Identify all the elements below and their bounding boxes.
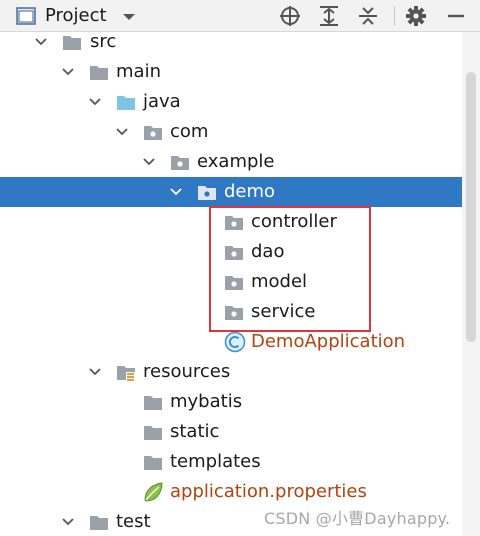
folder-icon	[90, 516, 108, 530]
tree-row-com[interactable]: com	[0, 117, 462, 147]
project-tool-window-header: Project	[0, 0, 480, 32]
tree-item-label: test	[116, 511, 151, 532]
tree-row-java[interactable]: java	[0, 87, 462, 117]
java-class-icon	[224, 331, 246, 353]
gear-icon[interactable]	[405, 5, 427, 27]
tree-row-example[interactable]: example	[0, 147, 462, 177]
folder-icon	[90, 66, 108, 80]
tree-item-label: templates	[170, 451, 261, 472]
tree-row-demo[interactable]: demo	[0, 177, 462, 207]
folder-icon	[144, 396, 162, 410]
chevron-down-icon[interactable]	[88, 365, 102, 379]
package-icon	[198, 186, 216, 200]
annotation-highlight-box	[209, 206, 371, 332]
scrollbar-thumb[interactable]	[466, 72, 476, 342]
tree-item-label: application.properties	[170, 481, 367, 502]
project-view-title[interactable]: Project	[45, 5, 107, 26]
tree-item-label: main	[116, 61, 161, 82]
toolbar-separator	[394, 6, 395, 26]
project-window-icon	[16, 7, 36, 25]
tree-item-label: mybatis	[170, 391, 243, 412]
resources-folder-icon	[117, 366, 135, 381]
folder-icon	[63, 36, 81, 50]
tree-row-static[interactable]: static	[0, 417, 462, 447]
chevron-down-icon[interactable]	[122, 12, 136, 22]
tree-item-label: example	[197, 151, 275, 172]
chevron-down-icon[interactable]	[169, 185, 183, 199]
package-icon	[144, 126, 162, 140]
tree-row-main[interactable]: main	[0, 57, 462, 87]
chevron-down-icon[interactable]	[115, 125, 129, 139]
watermark-text: CSDN @小曹Dayhappy.	[264, 509, 451, 528]
chevron-down-icon[interactable]	[61, 515, 75, 529]
collapse-all-icon[interactable]	[357, 5, 379, 27]
tree-item-label: com	[170, 121, 209, 142]
chevron-down-icon[interactable]	[142, 155, 156, 169]
tree-item-label: demo	[224, 181, 276, 202]
tree-row-templates[interactable]: templates	[0, 447, 462, 477]
expand-all-icon[interactable]	[318, 5, 340, 27]
source-folder-icon	[117, 96, 135, 110]
tree-item-label: static	[170, 421, 220, 442]
package-icon	[171, 156, 189, 170]
tree-item-label: DemoApplication	[251, 331, 406, 352]
chevron-down-icon[interactable]	[61, 65, 75, 79]
hide-icon[interactable]	[445, 5, 467, 27]
locate-icon[interactable]	[279, 5, 301, 27]
chevron-down-icon[interactable]	[88, 95, 102, 109]
folder-icon	[144, 426, 162, 440]
tree-row-mybatis[interactable]: mybatis	[0, 387, 462, 417]
tree-item-label: java	[143, 91, 181, 112]
tree-row-application-properties[interactable]: application.properties	[0, 477, 462, 507]
spring-leaf-icon	[144, 482, 163, 502]
folder-icon	[144, 456, 162, 470]
tree-item-label: resources	[143, 361, 231, 382]
tree-row-resources[interactable]: resources	[0, 357, 462, 387]
tree-row-src[interactable]: src	[0, 32, 462, 57]
chevron-down-icon[interactable]	[34, 35, 48, 49]
tree-item-label: src	[90, 32, 117, 52]
